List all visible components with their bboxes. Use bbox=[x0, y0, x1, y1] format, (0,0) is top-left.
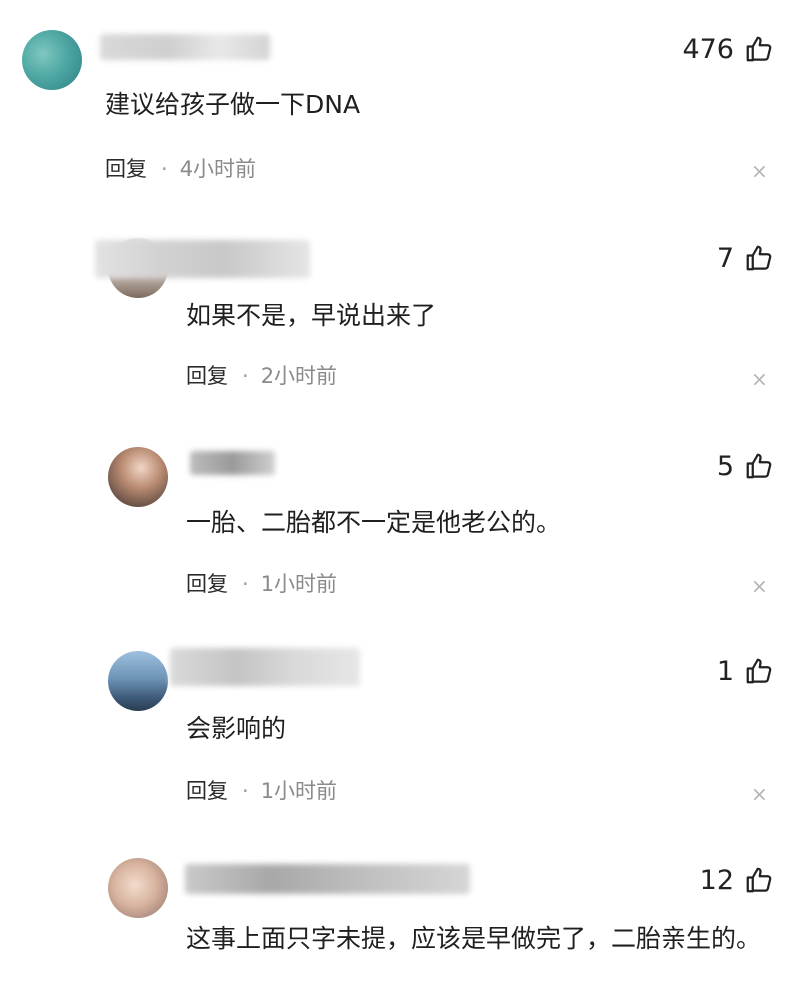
thumbs-up-icon bbox=[746, 867, 772, 893]
comment-text: 这事上面只字未提，应该是早做完了，二胎亲生的。 bbox=[186, 924, 762, 953]
comment-item: 12 这事上面只字未提，应该是早做完了，二胎亲生的。 bbox=[0, 0, 804, 1002]
like-count: 12 bbox=[699, 864, 734, 896]
avatar[interactable] bbox=[108, 858, 168, 918]
username-blurred[interactable] bbox=[185, 864, 470, 894]
like-button[interactable]: 12 bbox=[700, 862, 774, 898]
